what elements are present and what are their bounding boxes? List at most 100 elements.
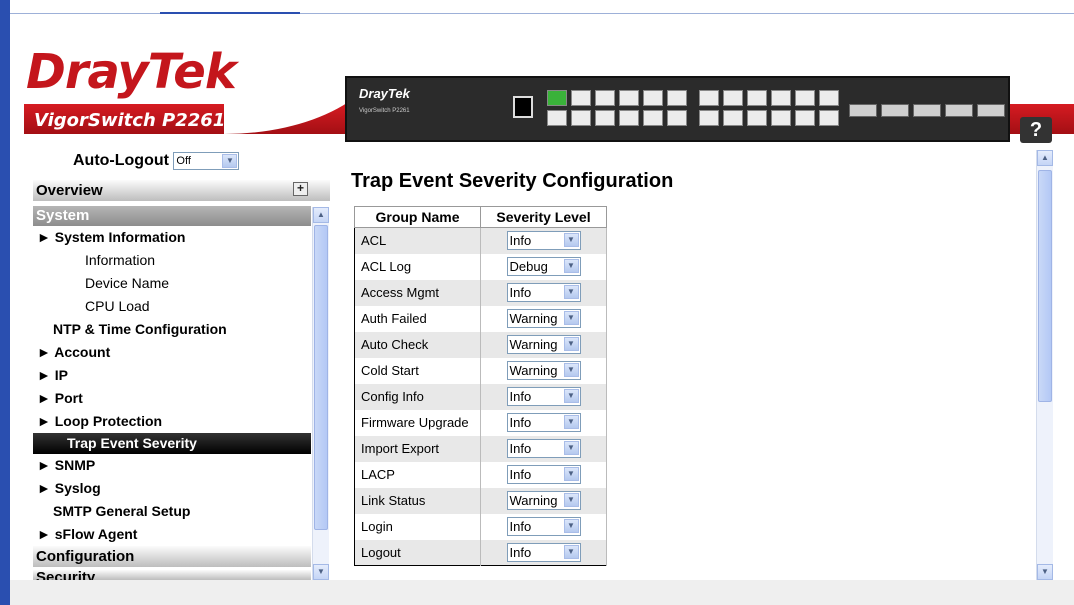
severity-select[interactable]: Warning ▼ (506, 335, 581, 354)
severity-select[interactable]: Warning ▼ (506, 309, 581, 328)
group-name-cell: Auto Check (354, 331, 481, 358)
auto-logout-value: Off (176, 155, 191, 167)
menu-overview[interactable]: Overview + (33, 180, 330, 201)
severity-value: Info (509, 285, 532, 300)
severity-select[interactable]: Info ▼ (506, 439, 581, 458)
menu-system[interactable]: System (33, 206, 311, 226)
severity-value: Info (509, 389, 532, 404)
chevron-down-icon: ▼ (563, 311, 579, 325)
model-name: VigorSwitch P2261 (34, 110, 226, 131)
main-scrollbar[interactable]: ▲ ▼ (1036, 150, 1053, 580)
sidebar-item[interactable]: SMTP General Setup (33, 500, 311, 523)
help-button[interactable]: ? (1020, 117, 1052, 143)
chevron-down-icon: ▼ (563, 544, 579, 559)
severity-select[interactable]: Info ▼ (506, 413, 581, 432)
table-row: ACL Log Debug ▼ (354, 253, 607, 280)
severity-value: Warning (509, 311, 558, 326)
system-submenu: ► System Information Information Device Na… (33, 226, 311, 546)
scroll-down-icon[interactable]: ▼ (313, 564, 329, 580)
group-name-cell: Config Info (354, 383, 481, 410)
severity-cell: Warning ▼ (480, 331, 607, 358)
severity-table: Group Name Severity Level ACL Info ▼ ACL Lo… (354, 206, 607, 566)
severity-select[interactable]: Warning ▼ (506, 491, 581, 510)
group-name-cell: Import Export (354, 435, 481, 462)
severity-select[interactable]: Info ▼ (506, 387, 581, 406)
severity-cell: Info ▼ (480, 279, 607, 306)
table-row: Access Mgmt Info ▼ (354, 279, 607, 306)
main-scroll-thumb[interactable] (1038, 170, 1052, 402)
severity-select[interactable]: Info ▼ (506, 542, 581, 562)
group-name-cell: ACL Log (354, 253, 481, 280)
severity-value: Info (509, 519, 532, 534)
scroll-down-icon[interactable]: ▼ (1037, 564, 1053, 580)
group-name-cell: Firmware Upgrade (354, 409, 481, 436)
severity-value: Info (509, 441, 532, 456)
severity-cell: Warning ▼ (480, 357, 607, 384)
severity-select[interactable]: Warning ▼ (506, 361, 581, 380)
severity-select[interactable]: Info ▼ (506, 465, 581, 484)
table-row: Firmware Upgrade Info ▼ (354, 409, 607, 436)
status-strip (10, 580, 1074, 605)
auto-logout-label: Auto-Logout (73, 152, 169, 170)
severity-cell: Info ▼ (480, 409, 607, 436)
severity-cell: Info ▼ (480, 539, 607, 566)
auto-logout-select[interactable]: Off ▼ (173, 152, 240, 170)
sidebar-item[interactable]: Device Name (33, 272, 311, 295)
severity-select[interactable]: Info ▼ (506, 231, 581, 251)
table-row: Import Export Info ▼ (354, 435, 607, 462)
sidebar-item[interactable]: NTP & Time Configuration (33, 318, 311, 341)
menu-system-label: System (36, 207, 90, 224)
severity-value: Info (509, 415, 532, 430)
severity-value: Warning (509, 363, 558, 378)
table-row: Config Info Info ▼ (354, 383, 607, 410)
group-name-cell: Cold Start (354, 357, 481, 384)
auto-logout: Auto-Logout Off ▼ (73, 152, 240, 170)
chevron-down-icon: ▼ (563, 337, 579, 351)
expand-plus-icon[interactable]: + (293, 182, 308, 196)
sidebar-scrollbar[interactable]: ▲ ▼ (312, 207, 329, 580)
severity-cell: Info ▼ (480, 461, 607, 488)
sidebar-item[interactable]: ► Port (33, 387, 311, 410)
chevron-down-icon: ▼ (563, 467, 579, 481)
chevron-down-icon: ▼ (222, 154, 238, 168)
menu-configuration-label: Configuration (36, 548, 135, 565)
menu-overview-label: Overview (36, 182, 103, 199)
sidebar-item[interactable]: ► Account (33, 341, 311, 364)
group-name-cell: Access Mgmt (354, 279, 481, 306)
page: DrayTek VigorSwitch P2261 DrayTek VigorS… (0, 0, 1074, 605)
severity-cell: Debug ▼ (480, 253, 607, 280)
sidebar: Auto-Logout Off ▼ Overview + System ► Sy… (33, 150, 330, 580)
group-name-cell: ACL (354, 227, 481, 254)
port-group-2 (699, 90, 841, 130)
page-title: Trap Event Severity Configuration (351, 170, 674, 192)
scroll-up-icon[interactable]: ▲ (1037, 150, 1053, 166)
sidebar-item[interactable]: ► sFlow Agent (33, 523, 311, 546)
chevron-down-icon: ▼ (563, 363, 579, 377)
group-name-cell: Logout (354, 539, 481, 566)
sidebar-item[interactable]: ► System Information (33, 226, 311, 249)
sidebar-item[interactable]: Information (33, 249, 311, 272)
severity-value: Info (509, 467, 532, 482)
sidebar-item[interactable]: CPU Load (33, 295, 311, 318)
severity-select[interactable]: Info ▼ (506, 283, 581, 302)
column-header-group-name: Group Name (354, 206, 481, 228)
severity-select[interactable]: Info ▼ (506, 517, 581, 536)
severity-cell: Warning ▼ (480, 487, 607, 514)
severity-value: Debug (509, 259, 548, 274)
chevron-down-icon: ▼ (563, 493, 579, 507)
scroll-up-icon[interactable]: ▲ (313, 207, 329, 223)
sidebar-item[interactable]: ► Loop Protection (33, 410, 311, 433)
sidebar-item[interactable]: ► IP (33, 364, 311, 387)
sidebar-item[interactable]: Trap Event Severity (33, 433, 311, 454)
sidebar-item[interactable]: ► SNMP (33, 454, 311, 477)
severity-select[interactable]: Debug ▼ (506, 257, 581, 276)
table-row: Link Status Warning ▼ (354, 487, 607, 514)
chevron-down-icon: ▼ (563, 259, 579, 273)
menu-security[interactable]: Security (33, 570, 311, 580)
sidebar-scroll-thumb[interactable] (314, 225, 328, 530)
severity-value: Warning (509, 493, 558, 508)
table-row: Login Info ▼ (354, 513, 607, 540)
menu-configuration[interactable]: Configuration (33, 546, 311, 567)
column-header-severity-level: Severity Level (480, 206, 607, 228)
sidebar-item[interactable]: ► Syslog (33, 477, 311, 500)
